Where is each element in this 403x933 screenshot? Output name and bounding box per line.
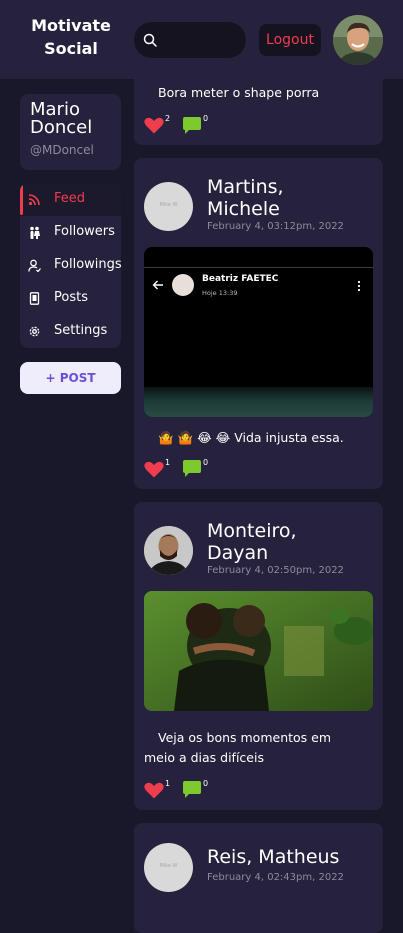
gear-icon bbox=[29, 326, 40, 337]
app-logo[interactable]: Motivate Social bbox=[20, 14, 122, 60]
back-arrow-icon bbox=[152, 280, 163, 290]
nav-item-posts[interactable]: Posts bbox=[20, 282, 121, 315]
new-post-button[interactable]: + POST bbox=[20, 362, 121, 394]
post-text: Veja os bons momentos em bbox=[158, 730, 332, 745]
author-avatar[interactable] bbox=[144, 526, 193, 575]
brand-line-1: Motivate bbox=[31, 16, 111, 35]
brand-line-2: Social bbox=[44, 39, 98, 58]
like-count: 2 bbox=[165, 114, 171, 123]
post-image[interactable]: Beatriz FAETEC Hoje 13:39 bbox=[144, 247, 373, 417]
post-card: Mike W Reis, Matheus February 4, 02:43pm… bbox=[134, 823, 383, 933]
rss-icon bbox=[28, 194, 40, 206]
followers-icon bbox=[30, 226, 40, 239]
profile-card[interactable]: Mario Doncel @MDoncel bbox=[20, 94, 121, 170]
nav-item-settings[interactable]: Settings bbox=[20, 315, 121, 348]
comment-icon[interactable] bbox=[183, 117, 201, 134]
heart-icon[interactable] bbox=[144, 782, 164, 799]
author-name[interactable]: Reis, Matheus bbox=[207, 846, 339, 868]
comment-count: 0 bbox=[203, 114, 209, 123]
author-avatar[interactable]: Mike W bbox=[144, 182, 193, 231]
like-count: 1 bbox=[165, 779, 171, 788]
chat-divider bbox=[144, 267, 373, 268]
contact-avatar bbox=[172, 274, 194, 296]
user-avatar[interactable] bbox=[333, 15, 383, 65]
post-image[interactable] bbox=[144, 591, 373, 711]
post-card: Monteiro, Dayan February 4, 02:50pm, 202… bbox=[134, 502, 383, 810]
sidebar-nav: Feed Followers Followings Posts Settings bbox=[20, 183, 121, 348]
avatar-placeholder-text: Mike W bbox=[159, 202, 178, 208]
post-card: Mike W Martins, Michele February 4, 03:1… bbox=[134, 158, 383, 489]
post-date: February 4, 02:50pm, 2022 bbox=[207, 565, 344, 576]
author-avatar[interactable]: Mike W bbox=[144, 843, 193, 892]
avatar-placeholder-text: Mike W bbox=[159, 863, 178, 869]
profile-handle: @MDoncel bbox=[30, 143, 94, 157]
post-card: Bora meter o shape porra 2 0 bbox=[134, 79, 383, 145]
nav-label-settings: Settings bbox=[54, 323, 108, 338]
comment-icon[interactable] bbox=[183, 460, 201, 477]
heart-icon[interactable] bbox=[144, 117, 164, 134]
post-text-continued: meio a dias difíceis bbox=[144, 750, 264, 765]
search-icon bbox=[143, 33, 157, 47]
nav-label-posts: Posts bbox=[54, 290, 88, 305]
more-options-icon bbox=[357, 280, 361, 292]
nav-item-followers[interactable]: Followers bbox=[20, 216, 121, 249]
post-text: Bora meter o shape porra bbox=[158, 85, 320, 100]
contact-name: Beatriz FAETEC bbox=[202, 274, 279, 284]
post-date: February 4, 03:12pm, 2022 bbox=[207, 221, 344, 232]
post-text: 🤷 🤷 😂 😂 Vida injusta essa. bbox=[158, 430, 344, 445]
nav-label-feed: Feed bbox=[54, 191, 86, 206]
post-date: February 4, 02:43pm, 2022 bbox=[207, 872, 344, 883]
following-icon bbox=[28, 259, 41, 272]
heart-icon[interactable] bbox=[144, 461, 164, 478]
contact-status: Hoje 13:39 bbox=[202, 289, 238, 297]
nav-item-feed[interactable]: Feed bbox=[20, 183, 121, 216]
comment-count: 0 bbox=[203, 458, 209, 467]
like-count: 1 bbox=[165, 458, 171, 467]
nav-label-followers: Followers bbox=[54, 224, 115, 239]
profile-name: Mario Doncel bbox=[30, 99, 93, 138]
author-name[interactable]: Martins, Michele bbox=[207, 176, 284, 220]
chat-background-strip bbox=[144, 387, 373, 417]
comment-count: 0 bbox=[203, 779, 209, 788]
nav-item-followings[interactable]: Followings bbox=[20, 249, 121, 282]
comment-icon[interactable] bbox=[183, 781, 201, 798]
top-header: Motivate Social Logout bbox=[0, 0, 403, 79]
search-input[interactable] bbox=[134, 22, 246, 58]
nav-label-followings: Followings bbox=[54, 257, 121, 272]
posts-icon bbox=[29, 292, 40, 305]
author-name[interactable]: Monteiro, Dayan bbox=[207, 520, 297, 564]
logout-button[interactable]: Logout bbox=[259, 24, 321, 56]
